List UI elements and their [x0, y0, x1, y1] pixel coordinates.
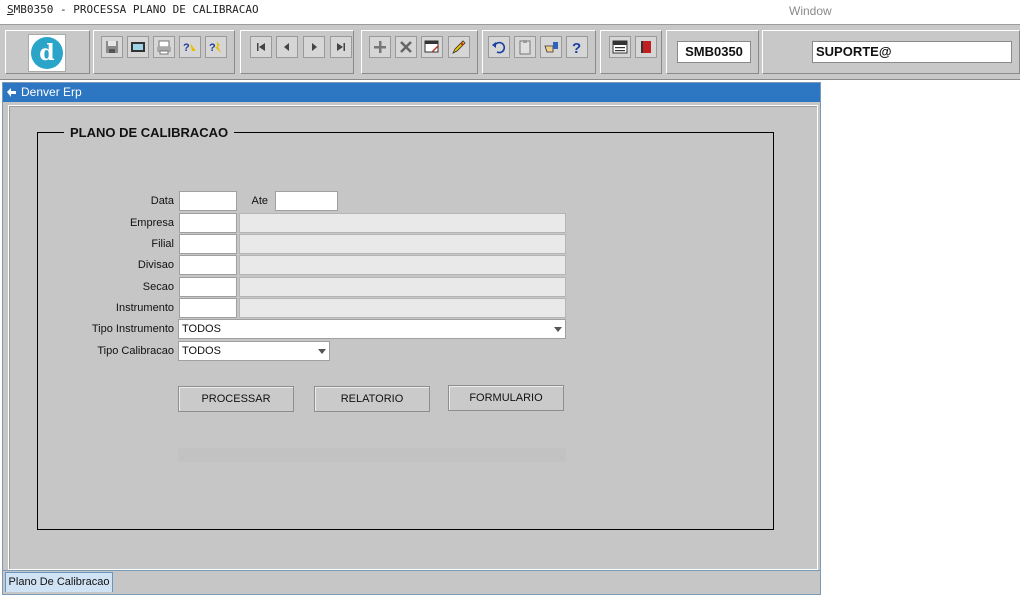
previous-record-icon[interactable]: [276, 36, 298, 58]
ate-label: Ate: [251, 195, 268, 207]
instrumento-field[interactable]: [179, 298, 237, 318]
instrumento-description: [239, 298, 566, 318]
print-icon[interactable]: [153, 36, 175, 58]
inner-window-title: Denver Erp: [21, 85, 82, 99]
ate-field[interactable]: [275, 191, 338, 211]
secao-description: [239, 277, 566, 297]
window-icon[interactable]: [127, 36, 149, 58]
denver-logo: d: [28, 34, 66, 72]
tipo-instrumento-label: Tipo Instrumento: [91, 323, 174, 335]
tab-plano-de-calibracao[interactable]: Plano De Calibracao: [5, 572, 113, 592]
tipo-calibracao-select[interactable]: TODOS: [178, 341, 330, 361]
user-field: SUPORTE@: [812, 41, 1012, 63]
execute-query-icon[interactable]: ?: [205, 36, 227, 58]
window-title: SMB0350 - PROCESSA PLANO DE CALIBRACAO: [7, 3, 259, 16]
empresa-label: Empresa: [129, 217, 174, 229]
clipboard-icon[interactable]: [514, 36, 536, 58]
tipo-calibracao-label: Tipo Calibracao: [97, 345, 174, 357]
filial-label: Filial: [151, 238, 174, 250]
menu-icon[interactable]: [609, 36, 631, 58]
secao-label: Secao: [142, 281, 174, 293]
app-window-icon: [6, 87, 17, 98]
insert-record-icon[interactable]: [369, 36, 391, 58]
instrumento-label: Instrumento: [115, 302, 174, 314]
hint-bar: [178, 448, 566, 462]
title-bar: SMB0350 - PROCESSA PLANO DE CALIBRACAO W…: [0, 0, 1020, 22]
frame-title: PLANO DE CALIBRACAO: [64, 125, 235, 140]
tipo-calibracao-value: TODOS: [182, 345, 221, 357]
toolbar: d ? ? ? SMB0350 SUPORTE@: [0, 24, 1020, 80]
formulario-button[interactable]: FORMULARIO: [448, 385, 564, 411]
tipo-instrumento-value: TODOS: [182, 323, 221, 335]
hand-point-icon[interactable]: [540, 36, 562, 58]
last-record-icon[interactable]: [330, 36, 352, 58]
query-help-icon[interactable]: ?: [179, 36, 201, 58]
next-record-icon[interactable]: [303, 36, 325, 58]
app-root: SMB0350 - PROCESSA PLANO DE CALIBRACAO W…: [0, 0, 1020, 595]
divisao-description: [239, 255, 566, 275]
secao-field[interactable]: [179, 277, 237, 297]
dropdown-arrow-icon[interactable]: [318, 349, 326, 354]
logo-mark: d: [31, 37, 63, 69]
edit-window-icon[interactable]: [421, 36, 443, 58]
window-menu[interactable]: Window: [789, 4, 832, 18]
empresa-field[interactable]: [179, 213, 237, 233]
divisao-field[interactable]: [179, 255, 237, 275]
save-icon[interactable]: [101, 36, 123, 58]
data-field[interactable]: [179, 191, 237, 211]
program-code-field: SMB0350: [677, 41, 751, 63]
filial-field[interactable]: [179, 234, 237, 254]
svg-text:?: ?: [209, 42, 216, 54]
undo-icon[interactable]: [488, 36, 510, 58]
svg-text:?: ?: [183, 42, 190, 54]
first-record-icon[interactable]: [250, 36, 272, 58]
processar-button[interactable]: PROCESSAR: [178, 386, 294, 412]
tab-divider: [2, 570, 821, 571]
help-icon[interactable]: ?: [566, 36, 588, 58]
window-title-mnemonic: S: [7, 3, 14, 16]
relatorio-button[interactable]: RELATORIO: [314, 386, 430, 412]
svg-text:?: ?: [572, 40, 581, 55]
empresa-description: [239, 213, 566, 233]
pencil-icon[interactable]: [448, 36, 470, 58]
tipo-instrumento-select[interactable]: TODOS: [178, 319, 566, 339]
exit-door-icon[interactable]: [635, 36, 657, 58]
delete-record-icon[interactable]: [395, 36, 417, 58]
dropdown-arrow-icon[interactable]: [554, 327, 562, 332]
filial-description: [239, 234, 566, 254]
data-label: Data: [150, 195, 174, 207]
divisao-label: Divisao: [137, 259, 174, 271]
window-title-text: MB0350 - PROCESSA PLANO DE CALIBRACAO: [13, 3, 259, 16]
inner-window-caption: Denver Erp: [3, 83, 820, 102]
